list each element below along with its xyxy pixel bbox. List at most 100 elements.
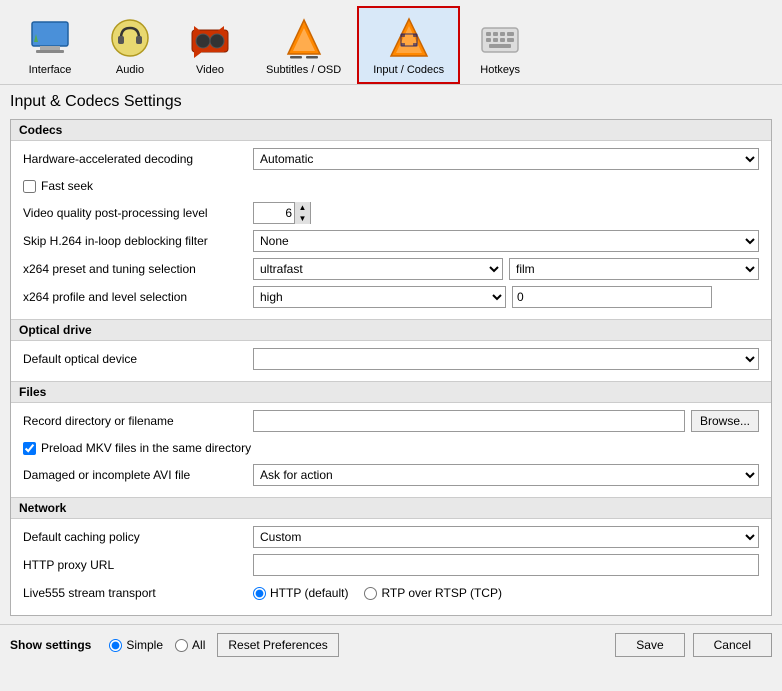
optical-device-control [253,348,759,370]
page-title: Input & Codecs Settings [10,93,772,111]
reset-preferences-button[interactable]: Reset Preferences [217,633,338,657]
hw-decode-select[interactable]: Automatic Disable Any DXVA2 (GPU surface… [253,148,759,170]
live555-http-option: HTTP (default) [253,586,348,600]
toolbar-item-video[interactable]: Video [170,6,250,84]
fast-seek-checkbox[interactable] [23,180,36,193]
caching-label: Default caching policy [23,530,253,544]
audio-icon [106,14,154,62]
x264-profile-label: x264 profile and level selection [23,290,253,304]
all-radio[interactable] [175,639,188,652]
x264-profile-control: baseline main high high10 high422 high44… [253,286,759,308]
live555-label: Live555 stream transport [23,586,253,600]
optical-device-label: Default optical device [23,352,253,366]
browse-button[interactable]: Browse... [691,410,759,432]
live555-rtp-label: RTP over RTSP (TCP) [381,586,501,600]
hw-decode-row: Hardware-accelerated decoding Automatic … [23,147,759,171]
live555-row: Live555 stream transport HTTP (default) … [23,581,759,605]
simple-option: Simple [109,638,163,652]
vq-decrement-button[interactable]: ▼ [294,213,310,224]
footer: Show settings Simple All Reset Preferenc… [0,624,782,665]
damaged-avi-row: Damaged or incomplete AVI file Ask for a… [23,463,759,487]
live555-control: HTTP (default) RTP over RTSP (TCP) [253,586,759,600]
codecs-section-header: Codecs [11,120,771,141]
record-label: Record directory or filename [23,414,253,428]
hw-decode-control: Automatic Disable Any DXVA2 (GPU surface… [253,148,759,170]
toolbar: Interface Audio [0,0,782,85]
toolbar-label-video: Video [196,64,224,76]
settings-area: Codecs Hardware-accelerated decoding Aut… [10,119,772,616]
vq-spinbox-buttons: ▲ ▼ [294,202,310,224]
hotkeys-icon [476,14,524,62]
all-option: All [175,638,205,652]
vq-input[interactable] [254,203,294,223]
toolbar-item-subtitles[interactable]: Subtitles / OSD [250,6,357,84]
input-codecs-icon [385,14,433,62]
fast-seek-row: Fast seek [23,175,759,197]
toolbar-label-subtitles: Subtitles / OSD [266,64,341,76]
record-row: Record directory or filename Browse... [23,409,759,433]
skip-h264-control: None Non-ref Bidir Non-key All [253,230,759,252]
live555-http-label: HTTP (default) [270,586,348,600]
all-label: All [192,638,205,652]
http-proxy-row: HTTP proxy URL [23,553,759,577]
live555-rtp-radio[interactable] [364,587,377,600]
preload-mkv-checkbox[interactable] [23,442,36,455]
http-proxy-input[interactable] [253,554,759,576]
caching-select[interactable]: Custom Lowest latency Low latency Normal… [253,526,759,548]
vq-label: Video quality post-processing level [23,206,253,220]
optical-device-row: Default optical device [23,347,759,371]
damaged-avi-label: Damaged or incomplete AVI file [23,468,253,482]
main-content: Input & Codecs Settings Codecs Hardware-… [0,85,782,624]
record-input[interactable] [253,410,685,432]
http-proxy-label: HTTP proxy URL [23,558,253,572]
show-settings-label: Show settings [10,638,91,652]
toolbar-label-interface: Interface [29,64,72,76]
toolbar-label-input-codecs: Input / Codecs [373,64,444,76]
vq-spinbox: ▲ ▼ [253,202,311,224]
skip-h264-select[interactable]: None Non-ref Bidir Non-key All [253,230,759,252]
toolbar-item-input-codecs[interactable]: Input / Codecs [357,6,460,84]
record-control: Browse... [253,410,759,432]
skip-h264-label: Skip H.264 in-loop deblocking filter [23,234,253,248]
toolbar-item-interface[interactable]: Interface [10,6,90,84]
cancel-button[interactable]: Cancel [693,633,772,657]
x264-level-input[interactable] [512,286,712,308]
optical-section-body: Default optical device [11,341,771,381]
x264-preset-control: ultrafast superfast veryfast faster fast… [253,258,759,280]
codecs-section-body: Hardware-accelerated decoding Automatic … [11,141,771,319]
hw-decode-label: Hardware-accelerated decoding [23,152,253,166]
x264-tune-select[interactable]: film animation grain stillimage psnr ssi… [509,258,759,280]
x264-preset-select[interactable]: ultrafast superfast veryfast faster fast… [253,258,503,280]
optical-section-header: Optical drive [11,319,771,341]
preload-mkv-row: Preload MKV files in the same directory [23,437,759,459]
optical-device-select[interactable] [253,348,759,370]
damaged-avi-select[interactable]: Ask for action Repair Always repair Igno… [253,464,759,486]
toolbar-label-audio: Audio [116,64,144,76]
live555-rtp-option: RTP over RTSP (TCP) [364,586,501,600]
x264-preset-row: x264 preset and tuning selection ultrafa… [23,257,759,281]
caching-control: Custom Lowest latency Low latency Normal… [253,526,759,548]
simple-radio[interactable] [109,639,122,652]
toolbar-item-hotkeys[interactable]: Hotkeys [460,6,540,84]
live555-http-radio[interactable] [253,587,266,600]
toolbar-label-hotkeys: Hotkeys [480,64,520,76]
vq-row: Video quality post-processing level ▲ ▼ [23,201,759,225]
footer-left: Show settings Simple All Reset Preferenc… [10,633,607,657]
skip-h264-row: Skip H.264 in-loop deblocking filter Non… [23,229,759,253]
vq-increment-button[interactable]: ▲ [294,202,310,213]
live555-radio-group: HTTP (default) RTP over RTSP (TCP) [253,586,502,600]
toolbar-item-audio[interactable]: Audio [90,6,170,84]
network-section-body: Default caching policy Custom Lowest lat… [11,519,771,615]
vq-control: ▲ ▼ [253,202,759,224]
damaged-avi-control: Ask for action Repair Always repair Igno… [253,464,759,486]
files-section-header: Files [11,381,771,403]
video-icon [186,14,234,62]
interface-icon [26,14,74,62]
preload-mkv-label: Preload MKV files in the same directory [41,441,251,455]
x264-profile-select[interactable]: baseline main high high10 high422 high44… [253,286,506,308]
x264-preset-label: x264 preset and tuning selection [23,262,253,276]
subtitles-icon [280,14,328,62]
save-button[interactable]: Save [615,633,684,657]
simple-label: Simple [126,638,163,652]
network-section-header: Network [11,497,771,519]
